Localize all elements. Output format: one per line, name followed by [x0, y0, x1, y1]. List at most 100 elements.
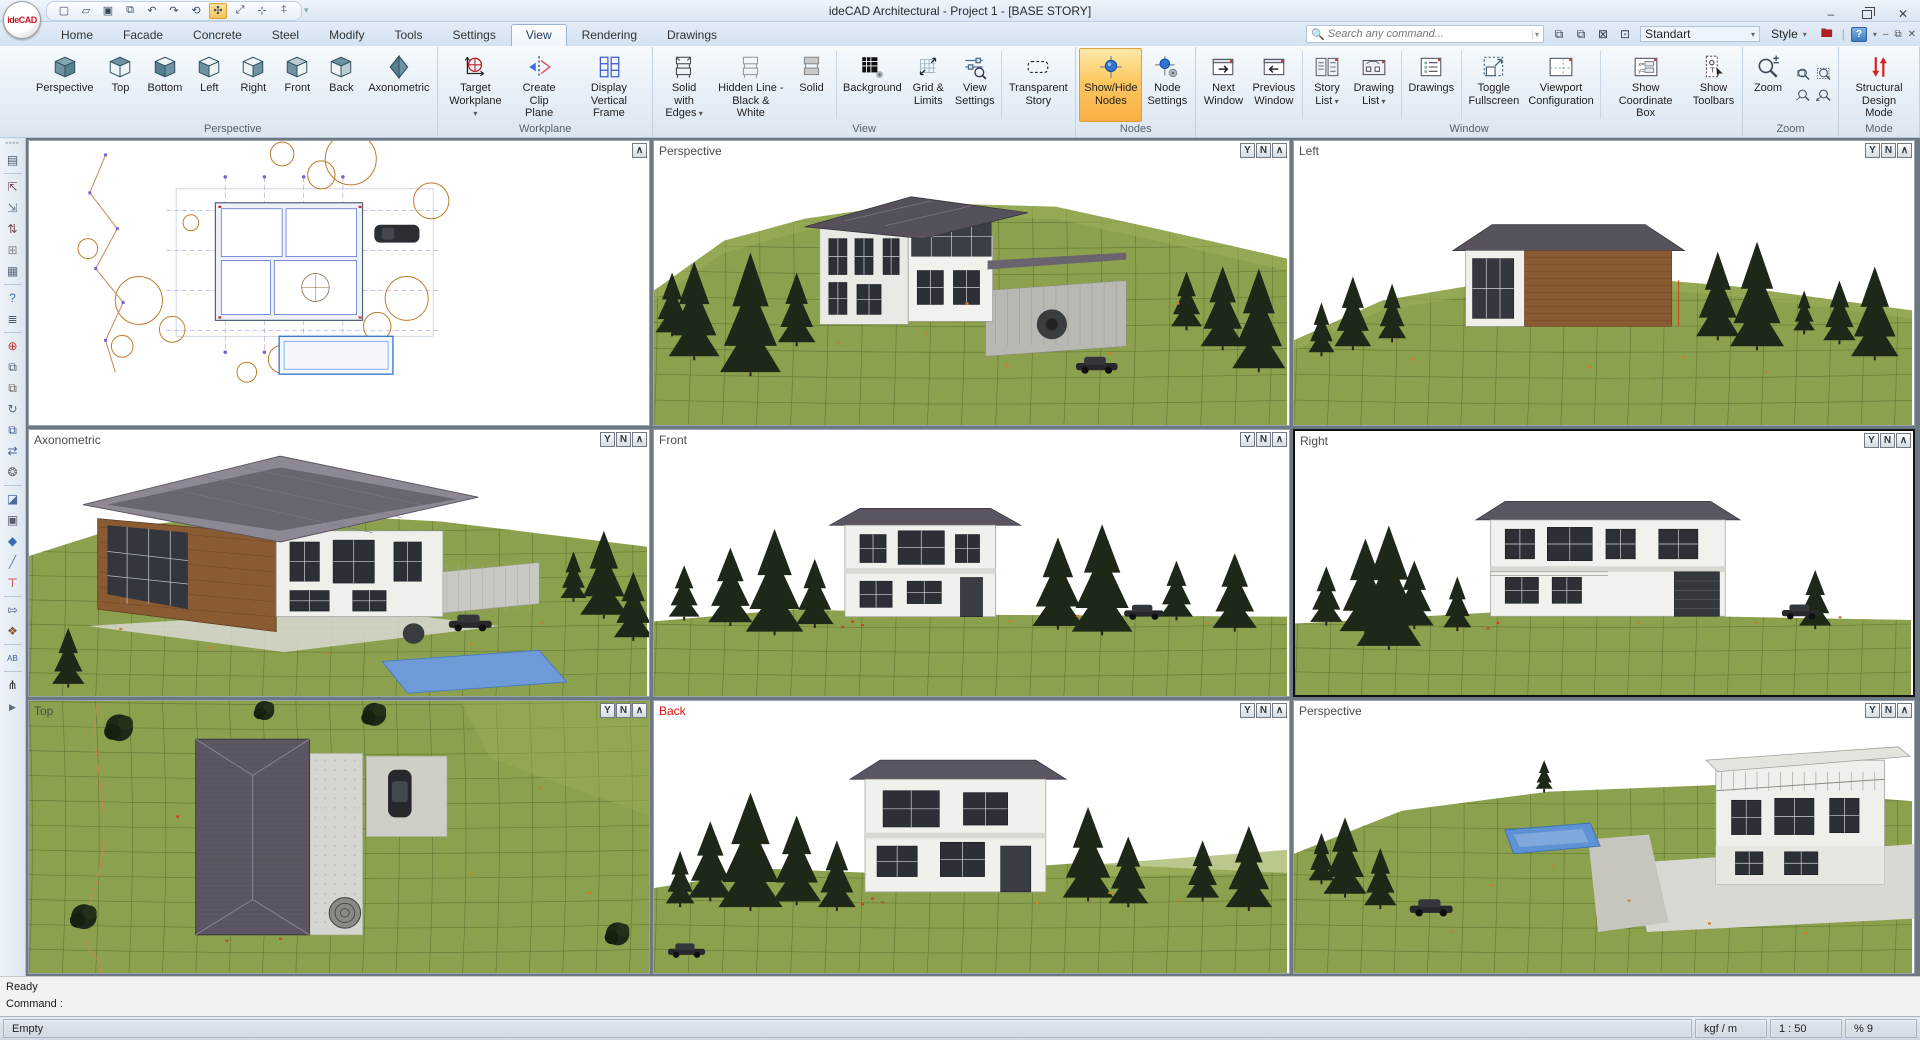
perspective-button[interactable]: Perspective	[31, 48, 98, 122]
search-input[interactable]	[1328, 28, 1532, 40]
rotate-objects-icon[interactable]: ↻	[2, 399, 24, 419]
tab-tools[interactable]: Tools	[379, 24, 437, 46]
node-settings-button[interactable]: Node Settings	[1142, 48, 1192, 122]
table-pointer-icon[interactable]: ▦	[2, 261, 24, 281]
standart-combo[interactable]: Standart▾	[1640, 26, 1760, 42]
viewport-maximize-button[interactable]: Y	[1240, 432, 1255, 447]
duplicate-objects-icon[interactable]: ⧉	[2, 420, 24, 440]
grid-limits-button[interactable]: Grid & Limits	[906, 48, 950, 122]
mirror-plane-icon[interactable]: ◪	[2, 489, 24, 509]
auto-label-icon[interactable]: AB	[2, 648, 24, 668]
toggle-fullscreen-button[interactable]: Toggle Fullscreen	[1464, 48, 1524, 122]
display-vertical-frame-button[interactable]: Display Vertical Frame	[569, 48, 649, 122]
viewport-axonometric-4[interactable]: AxonometricYN∧	[28, 429, 650, 697]
tab-rendering[interactable]: Rendering	[567, 24, 652, 46]
viewport-normal-button[interactable]: N	[616, 432, 631, 447]
viewport-left-3[interactable]: LeftYN∧	[1293, 140, 1915, 426]
solid-with-edges-button[interactable]: Solid with Edges ▾	[656, 48, 712, 122]
viewport-maximize-button[interactable]: Y	[1864, 433, 1879, 448]
viewport-maximize-button[interactable]: Y	[1865, 703, 1880, 718]
viewport-back-8[interactable]: BackYN∧	[653, 700, 1290, 974]
new-window-icon[interactable]: ⊡	[1616, 27, 1634, 42]
toolbox-icon[interactable]: 🖿	[1818, 24, 1836, 45]
toolbar-expand-icon[interactable]: ▶	[9, 702, 16, 713]
viewport-right-6[interactable]: RightYN∧	[1293, 429, 1915, 697]
new-file-icon[interactable]: ▢	[55, 3, 73, 19]
viewport-collapse-button[interactable]: ∧	[632, 143, 647, 158]
notes-icon[interactable]: ≣	[2, 309, 24, 329]
picket-tool-icon[interactable]: ⊤	[2, 573, 24, 593]
style-dropdown[interactable]: Style▾	[1766, 26, 1812, 42]
help-dropdown-icon[interactable]: ▾	[1873, 30, 1877, 39]
measure-leader-icon[interactable]: ⤢	[231, 3, 249, 19]
properties-panel-icon[interactable]: ▤	[2, 150, 24, 170]
undo-icon[interactable]: ↶	[143, 3, 161, 19]
solids-tool-icon[interactable]: ◆	[2, 531, 24, 551]
zoom-window-icon[interactable]	[1792, 65, 1812, 85]
previous-window-button[interactable]: Previous Window	[1248, 48, 1300, 122]
right-button[interactable]: Right	[231, 48, 275, 122]
create-clip-plane-button[interactable]: Create Clip Plane	[509, 48, 569, 122]
show-hide-nodes-button[interactable]: Show/Hide Nodes	[1079, 48, 1142, 122]
viewport-maximize-button[interactable]: Y	[1240, 143, 1255, 158]
viewport-collapse-button[interactable]: ∧	[632, 703, 647, 718]
tab-facade[interactable]: Facade	[108, 24, 178, 46]
find-icon[interactable]: ⋔	[2, 675, 24, 695]
idecad-logo[interactable]: ideCAD	[3, 1, 41, 39]
show-toolbars-button[interactable]: TShow Toolbars	[1688, 48, 1739, 122]
drawing-list-button[interactable]: Drawing List ▾	[1349, 48, 1399, 122]
quick-access-overflow-icon[interactable]: ▾	[304, 5, 309, 16]
viewport-normal-button[interactable]: N	[1256, 143, 1271, 158]
toolbar-grip[interactable]: ▪▪▪▪	[6, 140, 20, 147]
node-edit-icon[interactable]: ✣	[209, 3, 227, 19]
viewport-perspective-2[interactable]: PerspectiveYN∧	[653, 140, 1290, 426]
zoom-dynamic-icon[interactable]	[1813, 86, 1833, 106]
doc-minimize-button[interactable]: –	[1883, 29, 1889, 40]
slope-line-icon[interactable]: ╱	[2, 552, 24, 572]
close-window-icon[interactable]: ⊠	[1594, 27, 1612, 42]
viewport-collapse-button[interactable]: ∧	[1272, 143, 1287, 158]
transparent-story-button[interactable]: Transparent Story	[1004, 48, 1072, 122]
viewport-normal-button[interactable]: N	[1256, 703, 1271, 718]
open-file-icon[interactable]: ▱	[77, 3, 95, 19]
viewport-maximize-button[interactable]: Y	[1240, 703, 1255, 718]
move-vertical-icon[interactable]: ⇅	[2, 219, 24, 239]
drawings-button[interactable]: Drawings	[1404, 48, 1459, 122]
layers-icon[interactable]: ⧉	[1572, 27, 1590, 42]
tab-steel[interactable]: Steel	[257, 24, 314, 46]
copy-objects-icon[interactable]: ⧉	[2, 357, 24, 377]
viewport-normal-button[interactable]: N	[1256, 432, 1271, 447]
search-dropdown-icon[interactable]: ▾	[1532, 30, 1541, 39]
next-window-button[interactable]: Next Window	[1199, 48, 1248, 122]
viewport-perspective-9[interactable]: PerspectiveYN∧	[1293, 700, 1915, 974]
restore-button[interactable]	[1862, 10, 1872, 19]
solid-button[interactable]: Solid	[790, 48, 834, 122]
mirror-windows-icon[interactable]: ⇄	[2, 441, 24, 461]
query-info-icon[interactable]: ?	[2, 288, 24, 308]
select-copy-icon[interactable]: ⇲	[2, 198, 24, 218]
viewport-normal-button[interactable]: N	[1880, 433, 1895, 448]
pointer-panel-icon[interactable]: ⇰	[2, 600, 24, 620]
target-workplane-button[interactable]: Target Workplane ▾	[441, 48, 509, 122]
viewport-collapse-button[interactable]: ∧	[1272, 432, 1287, 447]
left-button[interactable]: Left	[187, 48, 231, 122]
select-move-icon[interactable]: ⇱	[2, 177, 24, 197]
tab-concrete[interactable]: Concrete	[178, 24, 257, 46]
viewport-top-7[interactable]: TopYN∧	[28, 700, 650, 974]
zoom-selection-icon[interactable]	[1792, 86, 1812, 106]
hidden-line-black-white-button[interactable]: Hidden Line - Black & White	[712, 48, 789, 122]
viewport-maximize-button[interactable]: Y	[600, 703, 615, 718]
front-button[interactable]: Front	[275, 48, 319, 122]
viewport-normal-button[interactable]: N	[1881, 703, 1896, 718]
paste-objects-icon[interactable]: ⧉	[2, 378, 24, 398]
measure-height-icon[interactable]: ⍏	[275, 3, 293, 19]
circular-array-icon[interactable]: ❂	[2, 462, 24, 482]
tab-settings[interactable]: Settings	[437, 24, 510, 46]
close-button[interactable]: ✕	[1894, 7, 1912, 21]
back-button[interactable]: Back	[319, 48, 363, 122]
top-button[interactable]: Top	[98, 48, 142, 122]
viewport-collapse-button[interactable]: ∧	[632, 432, 647, 447]
doc-restore-button[interactable]: ⧉	[1894, 29, 1901, 40]
background-button[interactable]: Background	[839, 48, 907, 122]
tab-modify[interactable]: Modify	[314, 24, 379, 46]
